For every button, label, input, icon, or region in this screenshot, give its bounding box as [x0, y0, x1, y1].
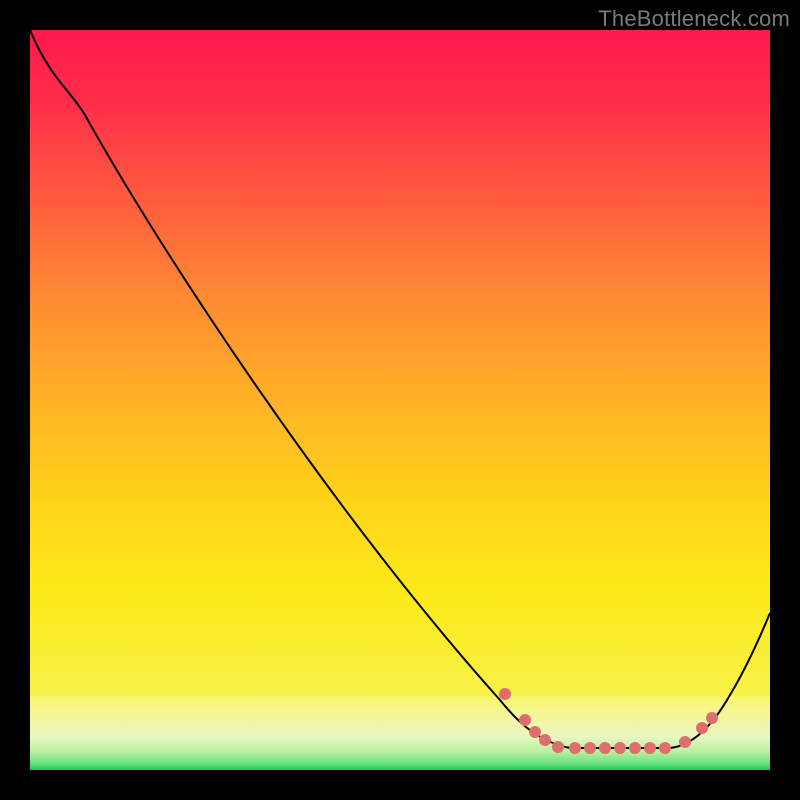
plot-area — [30, 30, 770, 770]
data-point — [539, 734, 551, 746]
chart-container: TheBottleneck.com — [0, 0, 800, 800]
data-point — [614, 742, 626, 754]
gradient-upper — [30, 30, 770, 696]
chart-svg — [30, 30, 770, 770]
data-point — [529, 726, 541, 738]
data-point — [519, 714, 531, 726]
data-point — [679, 736, 691, 748]
data-point — [706, 712, 718, 724]
data-point — [629, 742, 641, 754]
watermark-text: TheBottleneck.com — [598, 6, 790, 32]
data-point — [569, 742, 581, 754]
data-point — [584, 742, 596, 754]
data-point — [599, 742, 611, 754]
gradient-lower — [30, 696, 770, 770]
data-point — [499, 688, 511, 700]
data-point — [644, 742, 656, 754]
data-point — [552, 741, 564, 753]
data-point — [696, 722, 708, 734]
data-point — [659, 742, 671, 754]
